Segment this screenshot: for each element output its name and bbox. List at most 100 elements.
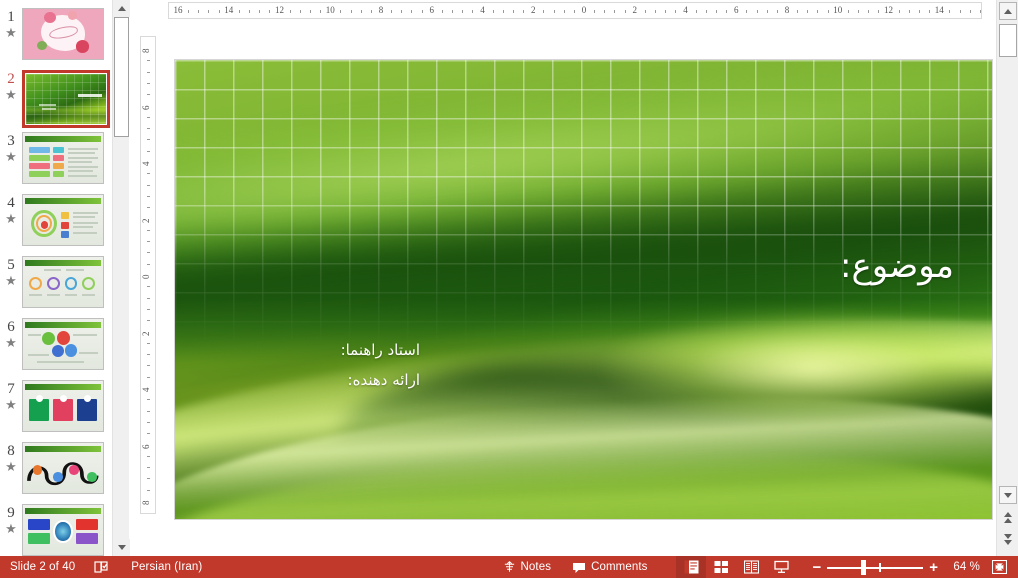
thumbnail-slide-4[interactable]: 4 ★ [0,194,112,256]
ruler-tick [147,478,150,480]
ruler-label: 10 [325,5,335,15]
ruler-tick [908,10,910,13]
ruler-tick [147,173,150,175]
thumbnail-slide-6[interactable]: 6 ★ [0,318,112,380]
view-button-reading-view[interactable] [736,556,766,578]
thumbnail-meta-6: 6 ★ [0,318,22,350]
ruler-label: 10 [833,5,843,15]
mini-blob [42,332,55,345]
view-button-slide-show[interactable] [766,556,796,578]
ruler-tick [563,10,565,13]
mini-shape [29,147,51,153]
thumbnail-meta-8: 8 ★ [0,442,22,474]
ruler-tick [847,10,849,13]
mini-shape [53,171,64,177]
mini-header-band [25,383,101,390]
slide-thumbnail-pane[interactable]: 1 ★ 2 ★ 3 ★ 4 ★ 5 ★ 6 ★ 7 ★ 8 ★ 9 ★ [0,0,112,556]
slide-subtitle-line-2[interactable]: ارائه دهنده: [175,370,420,390]
thumbnail-frame-8[interactable] [22,442,104,494]
ruler-tick [817,10,819,13]
thumbnail-slide-5[interactable]: 5 ★ [0,256,112,318]
thumbnail-slide-9[interactable]: 9 ★ [0,504,112,556]
slide-subtitle-line-1[interactable]: استاد راهنما: [175,340,420,360]
thumbnail-frame-5[interactable] [22,256,104,308]
mini-shape [29,155,51,161]
fit-slide-to-window-button[interactable] [986,556,1012,578]
ruler-tick [320,10,322,13]
mini-header-band [25,197,101,204]
mini-text-line [72,216,95,218]
mini-dot [40,221,48,229]
thumbnail-meta-1: 1 ★ [0,8,22,40]
thumbnail-frame-3[interactable] [22,132,104,184]
mini-dot [87,472,97,482]
mini-dot [53,472,63,482]
mini-header-band [25,135,101,142]
slide-area-scrollbar[interactable] [996,0,1018,556]
thumbnail-slide-2[interactable]: 2 ★ [0,70,112,132]
mini-dot [83,395,91,402]
mini-text-line [82,294,95,296]
thumbnail-frame-4[interactable] [22,194,104,246]
ruler-tick [746,10,748,13]
previous-slide-button[interactable] [999,508,1017,526]
zoom-out-button[interactable]: − [806,560,827,575]
animation-star-icon: ★ [5,335,17,350]
thumbnail-slide-3[interactable]: 3 ★ [0,132,112,194]
view-button-normal[interactable] [676,556,707,578]
ruler-label: 6 [141,105,151,110]
language-indicator[interactable]: Persian (Iran) [115,556,209,578]
scroll-down-button[interactable] [999,486,1017,504]
ruler-label: 2 [632,5,638,15]
view-button-slide-sorter[interactable] [706,556,736,578]
animation-star-icon: ★ [5,521,17,536]
ruler-tick [147,116,150,118]
thumbnail-frame-6[interactable] [22,318,104,370]
zoom-percentage-label[interactable]: 64 % [944,561,986,573]
thumbnail-frame-1[interactable] [22,8,104,60]
horizontal-ruler-band: 1614121086420246810121416 [168,2,982,19]
thumbnail-slide-7[interactable]: 7 ★ [0,380,112,442]
next-slide-button[interactable] [999,530,1017,548]
mini-text-line [67,152,95,154]
thumbnail-slide-1[interactable]: 1 ★ [0,8,112,70]
slide-editing-area[interactable]: موضوع: استاد راهنما: ارائه دهنده: [158,20,996,556]
thumbnail-scrollbar-thumb[interactable] [114,17,129,137]
mini-card [28,399,50,421]
thumbnail-scroll-down-button[interactable] [113,539,130,556]
mini-ring-shape [29,277,43,290]
notes-icon [504,560,514,572]
mini-shape [29,163,51,169]
animation-star-icon: ★ [5,87,17,102]
notes-button[interactable]: Notes [496,556,559,578]
ruler-tick [594,10,596,13]
zoom-in-button[interactable]: + [923,560,944,575]
chevron-down-icon [1004,492,1012,498]
accessibility-check-button[interactable] [82,556,115,578]
scrollbar-thumb[interactable] [999,24,1017,57]
ruler-label: 2 [141,331,151,336]
slide-counter[interactable]: Slide 2 of 40 [0,556,82,578]
animation-star-icon: ★ [5,149,17,164]
comments-button[interactable]: Comments [558,556,654,578]
thumbnail-frame-2-selected[interactable] [22,70,110,128]
thumbnail-frame-7[interactable] [22,380,104,432]
thumbnail-scroll-up-button[interactable] [113,0,130,17]
ruler-tick [147,286,150,288]
reading-view-icon [743,560,759,574]
zoom-slider-handle[interactable] [861,560,867,575]
thumbnail-pane-scrollbar[interactable] [112,0,130,556]
zoom-slider[interactable] [827,556,924,578]
slide-title-textbox[interactable]: موضوع: [840,246,954,286]
thumbnail-frame-9[interactable] [22,504,104,556]
scroll-up-button[interactable] [999,2,1017,20]
horizontal-ruler[interactable]: 1614121086420246810121416 [130,2,992,19]
mini-text-line [43,269,62,271]
ruler-tick [147,207,150,209]
current-slide-canvas[interactable]: موضوع: استاد راهنما: ارائه دهنده: [175,60,992,519]
vertical-ruler[interactable]: 8 6 4 2 0 2 4 6 8 [140,36,156,514]
mini-shape [61,212,69,219]
thumbnail-slide-8[interactable]: 8 ★ [0,442,112,504]
ruler-tick [614,10,616,13]
animation-star-icon: ★ [5,273,17,288]
